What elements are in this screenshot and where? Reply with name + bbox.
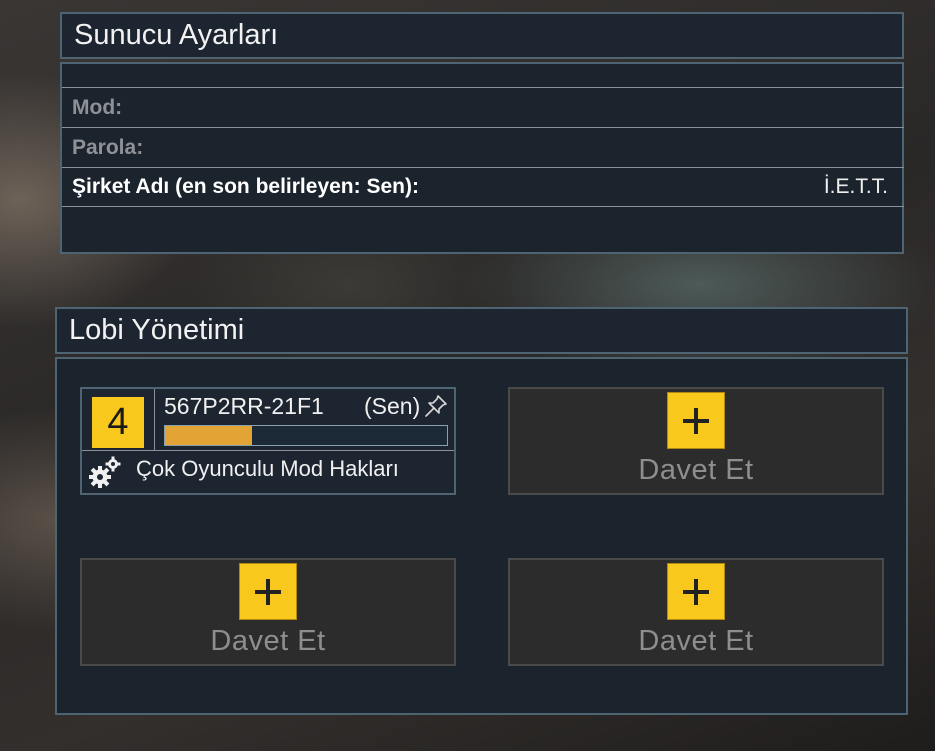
player-id: 567P2RR-21F1 [164, 393, 324, 419]
password-row[interactable]: Parola: [62, 127, 904, 167]
mode-label: Mod: [72, 95, 123, 119]
player-progress-bar [164, 425, 448, 446]
company-name-label: Şirket Adı (en son belirleyen: Sen): [72, 175, 419, 198]
server-settings-title: Sunucu Ayarları [60, 12, 904, 59]
invite-slot[interactable]: Davet Et [508, 558, 884, 666]
plus-icon[interactable] [667, 563, 725, 620]
pin-icon[interactable] [424, 394, 448, 418]
player-slot[interactable]: 4 567P2RR-21F1 (Sen) Çok Oyunculu Mod Ha… [80, 387, 456, 495]
server-settings-title-text: Sunucu Ayarları [74, 19, 279, 51]
invite-button-label[interactable]: Davet Et [510, 454, 882, 487]
invite-slot[interactable]: Davet Et [508, 387, 884, 495]
divider [154, 389, 155, 450]
lobby-management-title-text: Lobi Yönetimi [69, 314, 245, 346]
invite-button-label[interactable]: Davet Et [82, 625, 454, 658]
mode-row[interactable]: Mod: [62, 87, 904, 127]
divider [82, 450, 454, 451]
lobby-management-title: Lobi Yönetimi [55, 307, 908, 354]
plus-icon[interactable] [239, 563, 297, 620]
password-label: Parola: [72, 135, 144, 159]
plus-icon[interactable] [667, 392, 725, 449]
player-progress-fill [165, 426, 253, 445]
gears-icon[interactable] [88, 455, 122, 489]
company-name-value: İ.E.T.T. [823, 175, 888, 198]
invite-slot[interactable]: Davet Et [80, 558, 456, 666]
server-settings-panel: Mod: Parola: Şirket Adı (en son belirley… [60, 62, 904, 254]
company-name-row[interactable]: Şirket Adı (en son belirleyen: Sen): İ.E… [62, 167, 904, 207]
multiplayer-permissions-label[interactable]: Çok Oyunculu Mod Hakları [136, 456, 399, 482]
player-slot-number: 4 [92, 397, 144, 448]
invite-button-label[interactable]: Davet Et [510, 625, 882, 658]
player-you-label: (Sen) [364, 393, 421, 419]
